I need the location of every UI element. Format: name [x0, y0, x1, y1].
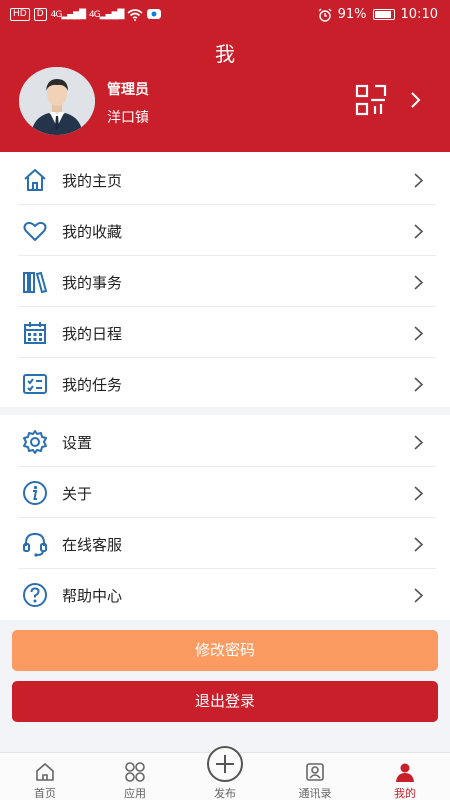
menu-item-label: 我的日程: [62, 325, 123, 343]
menu-item-schedule[interactable]: 我的日程: [0, 307, 450, 358]
home-icon: [24, 169, 46, 191]
chevron-right-icon: [414, 486, 424, 501]
menu-item-about[interactable]: 关于: [0, 467, 450, 518]
headset-icon: [23, 532, 47, 557]
menu-item-label: 设置: [62, 434, 93, 452]
info-icon: [23, 481, 47, 505]
chevron-right-icon: [414, 224, 424, 239]
gear-icon: [23, 430, 47, 454]
user-icon: [396, 763, 414, 782]
menu-item-label: 在线客服: [62, 536, 123, 554]
wifi-icon: [127, 8, 143, 21]
tab-label: 通讯录: [298, 787, 332, 800]
menu-item-affairs[interactable]: 我的事务: [0, 256, 450, 307]
avatar[interactable]: [19, 67, 95, 135]
message-icon: [147, 8, 162, 19]
heart-icon: [23, 221, 47, 241]
tab-contacts[interactable]: 通讯录: [270, 753, 360, 800]
battery-percent: 91%: [337, 7, 367, 22]
sim-chip-2: D: [33, 8, 47, 21]
logout-button[interactable]: 退出登录: [12, 681, 438, 722]
plus-circle-icon: [207, 746, 243, 782]
battery-icon: [372, 9, 395, 20]
chevron-right-icon: [414, 173, 424, 188]
tab-label: 应用: [124, 787, 146, 800]
tab-label: 我的: [394, 787, 416, 800]
alarm-icon: [318, 8, 332, 22]
clock: 10:10: [400, 7, 438, 22]
status-bar: HD D 4G▂▄▆█ 4G▂▄▆█ 91% 10:10: [0, 0, 450, 30]
tab-publish[interactable]: 发布: [180, 746, 270, 800]
change-password-button[interactable]: 修改密码: [12, 630, 438, 671]
contacts-icon: [306, 763, 324, 781]
menu-item-favorites[interactable]: 我的收藏: [0, 205, 450, 256]
apps-icon: [125, 762, 145, 782]
bottom-tab-bar: 首页 应用 发布 通讯录 我的: [0, 746, 450, 800]
chevron-right-icon: [414, 435, 424, 450]
tab-label: 首页: [34, 787, 56, 800]
menu-item-online-service[interactable]: 在线客服: [0, 518, 450, 569]
chevron-right-icon: [414, 588, 424, 603]
chevron-right-icon: [414, 377, 424, 392]
menu-item-homepage[interactable]: 我的主页: [0, 154, 450, 205]
menu-item-label: 帮助中心: [62, 587, 123, 605]
page-title: 我: [215, 42, 235, 66]
home-tab-icon: [36, 763, 54, 781]
user-name: 管理员: [107, 82, 149, 98]
tab-home[interactable]: 首页: [0, 753, 90, 800]
menu-group-primary: 我的主页 我的收藏 我的事务 我的日程 我的任务: [0, 152, 450, 407]
menu-group-secondary: 设置 关于 在线客服 帮助中心: [0, 415, 450, 620]
tab-label: 发布: [214, 787, 236, 800]
menu-item-help-center[interactable]: 帮助中心: [0, 569, 450, 620]
menu-item-label: 我的任务: [62, 376, 123, 394]
chevron-right-icon[interactable]: [410, 91, 422, 109]
user-town: 洋口镇: [107, 110, 149, 126]
calendar-icon: [24, 322, 46, 344]
menu-item-settings[interactable]: 设置: [0, 416, 450, 467]
menu-item-tasks[interactable]: 我的任务: [0, 358, 450, 409]
profile-header: HD D 4G▂▄▆█ 4G▂▄▆█ 91% 10:10 我 管理员 洋口镇: [0, 0, 450, 152]
qr-code-icon[interactable]: [355, 84, 387, 116]
checklist-icon: [23, 374, 47, 394]
help-icon: [23, 583, 47, 607]
books-icon: [23, 271, 48, 294]
menu-item-label: 我的收藏: [62, 223, 123, 241]
tab-me[interactable]: 我的: [360, 753, 450, 800]
tab-apps[interactable]: 应用: [90, 753, 180, 800]
chevron-right-icon: [414, 275, 424, 290]
signal-icon-1: 4G▂▄▆█: [50, 9, 86, 20]
chevron-right-icon: [414, 326, 424, 341]
menu-item-label: 我的事务: [62, 274, 123, 292]
signal-icon-2: 4G▂▄▆█: [89, 9, 124, 20]
chevron-right-icon: [414, 537, 424, 552]
menu-item-label: 我的主页: [62, 172, 123, 190]
menu-item-label: 关于: [62, 485, 93, 503]
sim-chip: HD: [10, 8, 30, 21]
